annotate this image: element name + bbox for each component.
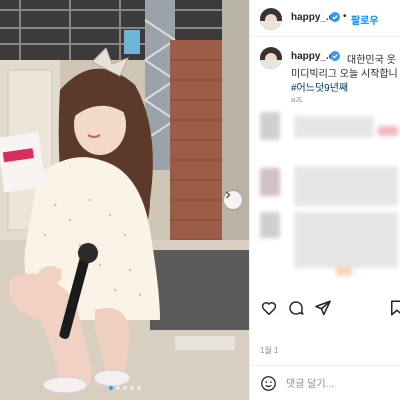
blurred-comment: [336, 266, 352, 276]
blurred-comment: [294, 166, 398, 206]
avatar[interactable]: [260, 8, 282, 30]
paper-plane-icon[interactable]: [314, 299, 332, 317]
blurred-avatar: [260, 168, 280, 196]
heart-icon[interactable]: [260, 299, 278, 317]
comment-composer: [250, 365, 400, 400]
caption-avatar[interactable]: [260, 47, 282, 69]
caption-text-line1: 대한민국 웃: [347, 55, 396, 66]
blurred-comment: [378, 126, 398, 136]
carousel-dot: [129, 386, 134, 390]
blurred-avatar: [260, 212, 280, 238]
post-photo[interactable]: [0, 0, 249, 400]
bookmark-icon[interactable]: [388, 299, 400, 317]
chevron-right-icon: [226, 191, 231, 199]
carousel-dot: [122, 386, 127, 390]
follow-button[interactable]: 팔로우: [351, 12, 379, 27]
header-separator: •: [343, 11, 347, 22]
carousel-dot: [115, 386, 120, 390]
carousel-indicator: [0, 386, 249, 390]
verified-badge-icon: [330, 51, 340, 61]
photo-scene: [0, 0, 249, 400]
carousel-dot: [108, 386, 113, 390]
verified-badge-icon: [330, 12, 340, 22]
post-actions: [250, 293, 400, 323]
blurred-avatar: [260, 112, 280, 140]
caption-text-line2: 미디빅리그 오늘 시작합니: [291, 69, 398, 80]
smiley-icon[interactable]: [260, 375, 277, 392]
post-caption: happy_.ej 대한민국 웃 미디빅리그 오늘 시작합니 #어느덧9년째 8…: [250, 40, 400, 102]
blurred-comment: [294, 212, 398, 268]
comment-bubble-icon[interactable]: [287, 299, 305, 317]
post-sidebar: happy_.ej • 팔로우 happy_.ej 대한민국 웃 미디빅리그 오…: [249, 0, 400, 400]
caption-timestamp: 8주: [291, 97, 303, 102]
carousel-next-button[interactable]: [224, 191, 242, 209]
carousel-dot: [136, 386, 141, 390]
post-header: happy_.ej • 팔로우: [250, 0, 400, 37]
hashtag-link[interactable]: #어느덧9년째: [291, 79, 348, 94]
blurred-comment: [294, 116, 374, 138]
post-date: 1월 1: [260, 346, 279, 355]
comment-input[interactable]: [286, 375, 396, 393]
